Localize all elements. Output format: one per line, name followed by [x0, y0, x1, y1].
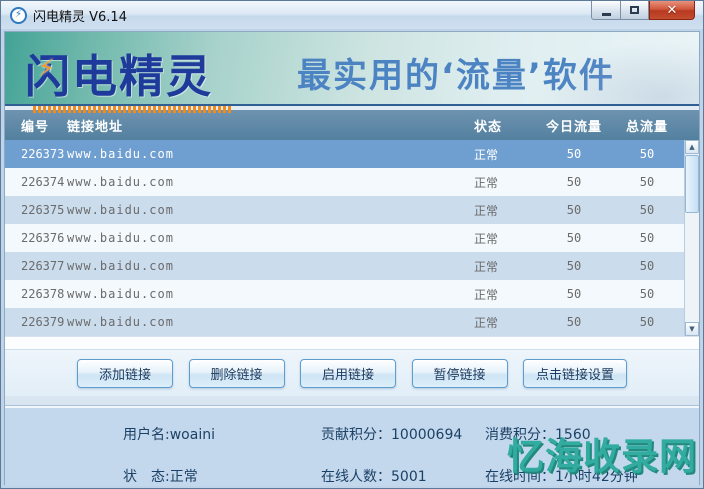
table-header: 编号 链接地址 状态 今日流量 总流量 [5, 110, 699, 140]
enable-link-button[interactable]: 启用链接 [300, 359, 396, 388]
watermark: 忆海收录网 [507, 426, 697, 480]
contribution-points-field: 贡献积分：10000694 [321, 424, 485, 444]
table-row[interactable]: 226379 www.baidu.com 正常 50 50 [5, 308, 684, 336]
row-id: 226373 [5, 147, 67, 161]
maximize-button[interactable] [621, 1, 649, 20]
banner-slogan: 最实用的‘流量’软件 [297, 48, 615, 97]
row-today: 50 [538, 147, 610, 161]
window-controls: ✕ [591, 1, 695, 20]
scrollbar-thumb[interactable] [685, 155, 699, 213]
row-status: 正常 [474, 146, 538, 163]
table-scrollbar[interactable]: ▲ ▼ [684, 140, 699, 336]
window-title: 闪电精灵 V6.14 [33, 6, 127, 25]
table-row[interactable]: 226377 www.baidu.com 正常 50 50 [5, 252, 684, 280]
row-total: 50 [610, 231, 684, 245]
row-id: 226375 [5, 203, 67, 217]
row-id: 226377 [5, 259, 67, 273]
row-url: www.baidu.com [67, 147, 474, 161]
scroll-down-button[interactable]: ▼ [685, 322, 699, 336]
row-url: www.baidu.com [67, 175, 474, 189]
app-window: ⚡ 闪电精灵 V6.14 ✕ ⚡ 闪电精灵 最实用的‘流量’软件 编号 链接地址… [0, 0, 704, 489]
add-link-button[interactable]: 添加链接 [77, 359, 173, 388]
table-row[interactable]: 226373 www.baidu.com 正常 50 50 [5, 140, 684, 168]
row-status: 正常 [474, 202, 538, 219]
lightning-icon: ⚡ [15, 10, 22, 20]
row-id: 226376 [5, 231, 67, 245]
status-label: 状 态: [123, 469, 170, 485]
row-total: 50 [610, 287, 684, 301]
row-id: 226378 [5, 287, 67, 301]
maximize-icon [630, 6, 639, 14]
row-status: 正常 [474, 230, 538, 247]
minimize-icon [602, 13, 611, 16]
app-icon: ⚡ [10, 7, 27, 24]
row-today: 50 [538, 287, 610, 301]
row-today: 50 [538, 203, 610, 217]
table-filler [5, 336, 699, 349]
close-icon: ✕ [667, 3, 678, 18]
status-value: 正常 [170, 469, 198, 485]
row-total: 50 [610, 259, 684, 273]
contribution-points-label: 贡献积分： [321, 427, 391, 443]
row-today: 50 [538, 315, 610, 329]
username-label: 用户名: [123, 427, 170, 443]
window-body: ⚡ 闪电精灵 最实用的‘流量’软件 编号 链接地址 状态 今日流量 总流量 22… [4, 31, 700, 485]
close-button[interactable]: ✕ [649, 1, 695, 20]
online-count-value: 5001 [391, 469, 427, 485]
username-field: 用户名:woaini [123, 424, 321, 444]
row-url: www.baidu.com [67, 231, 474, 245]
row-url: www.baidu.com [67, 259, 474, 273]
status-field: 状 态:正常 [123, 466, 321, 486]
table-body: 226373 www.baidu.com 正常 50 50 226374 www… [5, 140, 699, 336]
minimize-button[interactable] [591, 1, 621, 20]
row-today: 50 [538, 259, 610, 273]
row-today: 50 [538, 231, 610, 245]
table-row[interactable]: 226376 www.baidu.com 正常 50 50 [5, 224, 684, 252]
table-row[interactable]: 226375 www.baidu.com 正常 50 50 [5, 196, 684, 224]
delete-link-button[interactable]: 删除链接 [189, 359, 285, 388]
table-row[interactable]: 226378 www.baidu.com 正常 50 50 [5, 280, 684, 308]
scroll-up-button[interactable]: ▲ [685, 140, 699, 154]
link-settings-button[interactable]: 点击链接设置 [523, 359, 627, 388]
toolbar: 添加链接 删除链接 启用链接 暂停链接 点击链接设置 [5, 349, 699, 396]
row-status: 正常 [474, 258, 538, 275]
column-header-today: 今日流量 [538, 116, 610, 135]
divider [5, 396, 699, 406]
row-url: www.baidu.com [67, 203, 474, 217]
row-url: www.baidu.com [67, 315, 474, 329]
scrollbar-track[interactable] [685, 154, 699, 322]
row-today: 50 [538, 175, 610, 189]
column-header-id: 编号 [5, 116, 67, 135]
row-status: 正常 [474, 286, 538, 303]
row-status: 正常 [474, 174, 538, 191]
column-header-url: 链接地址 [67, 116, 474, 135]
logo-pinyin-strip [33, 106, 231, 113]
contribution-points-value: 10000694 [391, 427, 462, 443]
status-panel: 用户名:woaini 贡献积分：10000694 消费积分：1560 状 态:正… [5, 406, 699, 486]
banner: ⚡ 闪电精灵 最实用的‘流量’软件 [5, 32, 699, 106]
titlebar[interactable]: ⚡ 闪电精灵 V6.14 ✕ [1, 1, 703, 29]
row-total: 50 [610, 147, 684, 161]
scroll-down-icon: ▼ [689, 325, 694, 333]
column-header-total: 总流量 [610, 116, 684, 135]
row-status: 正常 [474, 314, 538, 331]
online-count-field: 在线人数：5001 [321, 466, 485, 486]
row-total: 50 [610, 175, 684, 189]
table-rows: 226373 www.baidu.com 正常 50 50 226374 www… [5, 140, 684, 336]
lightning-bolt-icon: ⚡ [38, 54, 55, 82]
table-row[interactable]: 226374 www.baidu.com 正常 50 50 [5, 168, 684, 196]
row-total: 50 [610, 203, 684, 217]
row-id: 226374 [5, 175, 67, 189]
row-url: www.baidu.com [67, 287, 474, 301]
scroll-up-icon: ▲ [689, 143, 694, 151]
row-id: 226379 [5, 315, 67, 329]
username-value: woaini [170, 427, 215, 443]
row-total: 50 [610, 315, 684, 329]
online-count-label: 在线人数： [321, 469, 391, 485]
app-logo: ⚡ 闪电精灵 [25, 40, 231, 113]
pause-link-button[interactable]: 暂停链接 [412, 359, 508, 388]
column-header-status: 状态 [474, 116, 538, 135]
